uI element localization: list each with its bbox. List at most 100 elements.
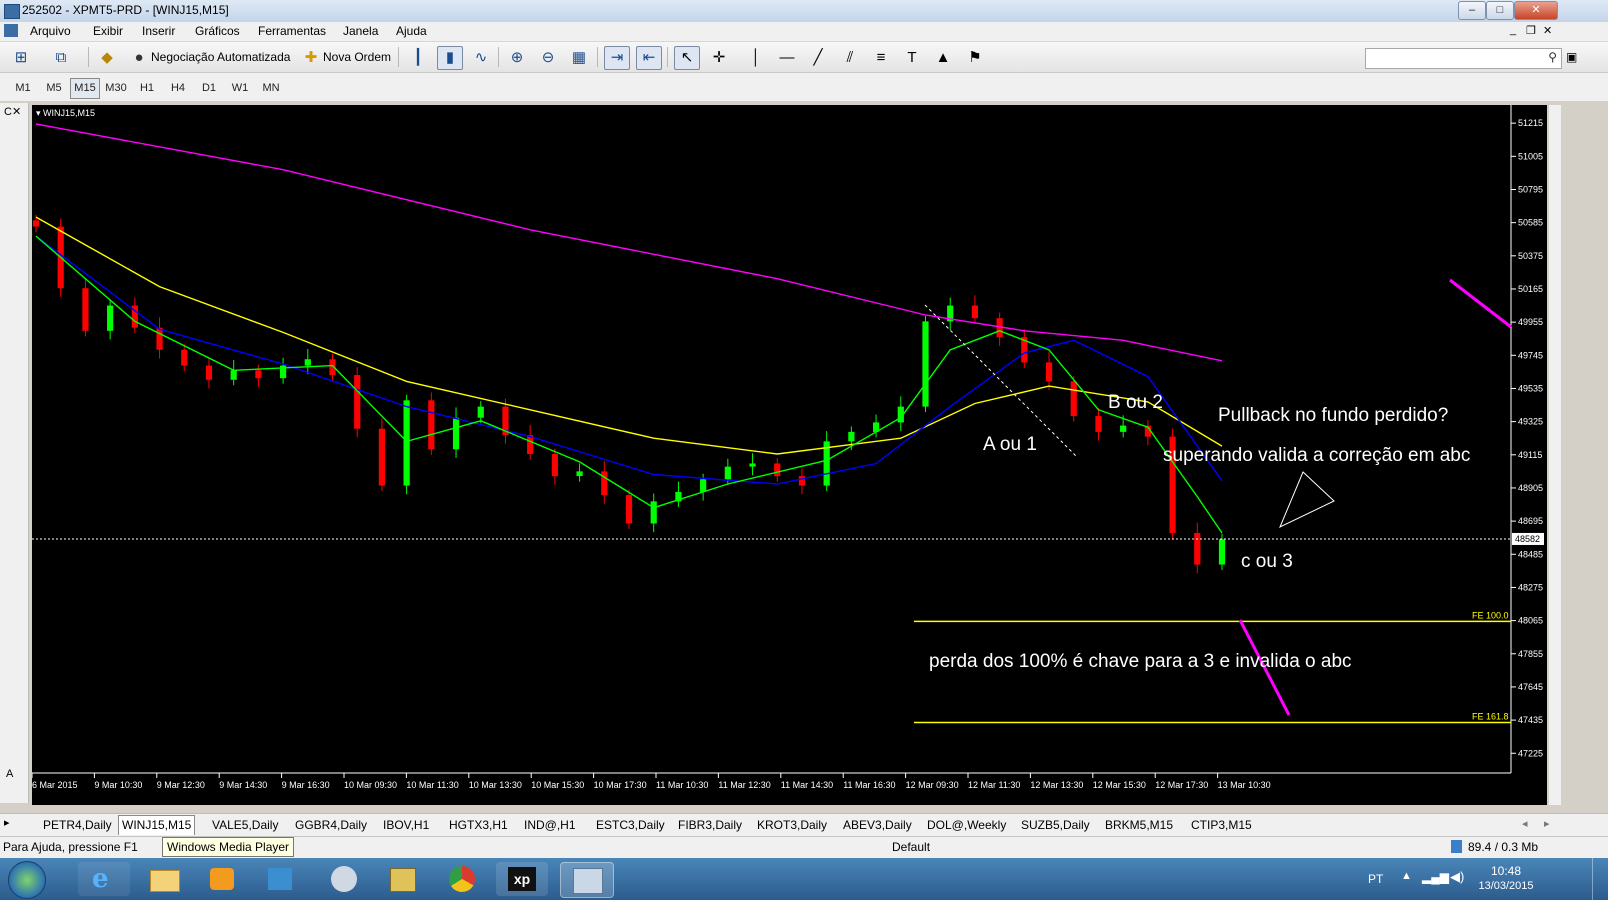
tf-w1[interactable]: W1 [225, 78, 255, 99]
auto-scroll-icon[interactable]: ⇥ [604, 46, 630, 70]
menu-ferramentas[interactable]: Ferramentas [258, 24, 326, 38]
taskbar-mt5-icon[interactable] [376, 862, 428, 896]
tab-hgtx3[interactable]: HGTX3,H1 [446, 818, 511, 832]
menu-inserir[interactable]: Inserir [142, 24, 175, 38]
maximize-button[interactable]: □ [1486, 1, 1514, 20]
minimize-button[interactable]: – [1458, 1, 1486, 20]
tab-abev3[interactable]: ABEV3,Daily [840, 818, 915, 832]
tray-language[interactable]: PT [1368, 872, 1383, 886]
tf-m30[interactable]: M30 [101, 78, 131, 99]
time-tick-label: 11 Mar 10:30 [656, 780, 708, 790]
taskbar-hp-icon[interactable] [318, 862, 370, 896]
taskbar-xp-icon[interactable]: xp [496, 862, 548, 896]
horizontal-line-icon[interactable]: — [774, 46, 800, 70]
fibonacci-icon[interactable]: ≡ [868, 46, 894, 70]
mdi-minimize-button[interactable]: _ [1510, 24, 1516, 36]
tab-estc3[interactable]: ESTC3,Daily [593, 818, 668, 832]
taskbar-app-icon[interactable] [254, 862, 306, 896]
tf-m1[interactable]: M1 [8, 78, 38, 99]
tf-h4[interactable]: H4 [163, 78, 193, 99]
start-button[interactable] [8, 861, 46, 899]
bar-chart-icon[interactable]: ┃ [405, 46, 431, 70]
chart-canvas[interactable]: ▾ WINJ15,M15 51215 51005 50795 50585 50375 50… [32, 105, 1547, 805]
tf-m5[interactable]: M5 [39, 78, 69, 99]
expert-icon[interactable]: ◆ [94, 46, 120, 70]
new-order-icon[interactable]: ✚ [298, 46, 324, 70]
mdi-restore-button[interactable]: ❐ [1526, 24, 1536, 37]
chart-shift-icon[interactable]: ⇤ [636, 46, 662, 70]
sidebar-label-a: A [6, 768, 14, 780]
tab-krot3[interactable]: KROT3,Daily [754, 818, 830, 832]
tab-ctip3[interactable]: CTIP3,M15 [1188, 818, 1255, 832]
text-tool-icon[interactable]: T [899, 46, 925, 70]
new-order-button[interactable]: Nova Ordem [323, 50, 391, 64]
tf-mn[interactable]: MN [256, 78, 286, 99]
close-button[interactable]: ✕ [1514, 1, 1558, 20]
auto-trading-icon[interactable]: ● [126, 46, 152, 70]
tooltip: Windows Media Player [162, 837, 295, 857]
taskbar-chrome-icon[interactable] [436, 862, 488, 896]
tab-suzb5[interactable]: SUZB5,Daily [1018, 818, 1093, 832]
shapes-icon[interactable]: ▲ [930, 46, 956, 70]
crosshair-icon[interactable]: ✛ [706, 46, 732, 70]
new-chart-icon[interactable]: ⊞ [8, 46, 34, 70]
tab-ind[interactable]: IND@,H1 [521, 818, 579, 832]
timeframe-bar: M1 M5 M15 M30 H1 H4 D1 W1 MN [0, 73, 1608, 102]
show-desktop-button[interactable] [1592, 858, 1608, 900]
time-tick-label: 10 Mar 15:30 [531, 780, 584, 790]
more-tools-icon[interactable]: ⚑ [962, 46, 988, 70]
tabs-scroll-left-icon[interactable]: ◂ [1522, 817, 1528, 830]
search-input[interactable]: ⚲ [1365, 48, 1562, 69]
price-tick-label: 51215 [1518, 118, 1543, 128]
taskbar-ie-icon[interactable]: e [78, 862, 130, 896]
tab-vale5[interactable]: VALE5,Daily [209, 818, 281, 832]
tab-winj15[interactable]: WINJ15,M15 [118, 815, 196, 835]
tf-m15[interactable]: M15 [70, 78, 100, 99]
help-icon[interactable]: ▣ [1566, 50, 1577, 64]
tf-h1[interactable]: H1 [132, 78, 162, 99]
tile-windows-icon[interactable]: ▦ [566, 46, 592, 70]
toolbar-separator [498, 47, 499, 67]
tray-date[interactable]: 13/03/2015 [1476, 880, 1536, 892]
trendline-icon[interactable]: ╱ [805, 46, 831, 70]
channel-icon[interactable]: ⫽ [837, 46, 863, 70]
vertical-line-icon[interactable]: │ [743, 46, 769, 70]
label-c-ou-3: c ou 3 [1241, 551, 1293, 572]
tray-arrow-icon[interactable]: ▲ [1401, 870, 1412, 882]
search-icon[interactable]: ⚲ [1548, 50, 1557, 64]
mdi-close-button[interactable]: ✕ [1543, 24, 1552, 37]
menu-graficos[interactable]: Gráficos [195, 24, 240, 38]
tab-bar-menu-icon[interactable]: ▸ [4, 816, 10, 829]
tab-ggbr4[interactable]: GGBR4,Daily [292, 818, 370, 832]
tf-d1[interactable]: D1 [194, 78, 224, 99]
tray-volume-icon[interactable]: ◀) [1450, 869, 1464, 885]
objects-sidebar: C✕ A [0, 103, 29, 803]
taskbar-terminal-icon[interactable] [560, 862, 614, 898]
tab-brkm5[interactable]: BRKM5,M15 [1102, 818, 1176, 832]
sidebar-close-icon[interactable]: C✕ [4, 105, 21, 118]
tab-dol[interactable]: DOL@,Weekly [924, 818, 1009, 832]
tab-ibov[interactable]: IBOV,H1 [380, 818, 432, 832]
line-chart-icon[interactable]: ∿ [468, 46, 494, 70]
menu-arquivo[interactable]: Arquivo [30, 24, 71, 38]
cursor-icon[interactable]: ↖ [674, 46, 700, 70]
candle-chart-icon[interactable]: ▮ [437, 46, 463, 70]
tab-petr4[interactable]: PETR4,Daily [40, 818, 115, 832]
zoom-out-icon[interactable]: ⊖ [535, 46, 561, 70]
menu-exibir[interactable]: Exibir [93, 24, 123, 38]
zoom-in-icon[interactable]: ⊕ [504, 46, 530, 70]
tray-time[interactable]: 10:48 [1476, 864, 1536, 878]
tab-fibr3[interactable]: FIBR3,Daily [675, 818, 745, 832]
auto-trading-button[interactable]: Negociação Automatizada [151, 50, 290, 64]
menu-ajuda[interactable]: Ajuda [396, 24, 427, 38]
price-chart[interactable]: ▾ WINJ15,M15 51215 51005 50795 50585 50375 50… [32, 105, 1547, 805]
taskbar-explorer-icon[interactable] [138, 862, 190, 896]
menu-janela[interactable]: Janela [343, 24, 378, 38]
price-tick-label: 49115 [1518, 450, 1542, 460]
tabs-scroll-right-icon[interactable]: ▸ [1544, 817, 1550, 830]
candle-bull [304, 359, 311, 366]
price-tick-label: 48065 [1518, 616, 1543, 626]
taskbar-media-player-icon[interactable] [196, 862, 248, 896]
profiles-icon[interactable]: ⧉ [48, 46, 74, 70]
tray-signal-icon[interactable]: ▂▄▆ [1422, 870, 1449, 884]
